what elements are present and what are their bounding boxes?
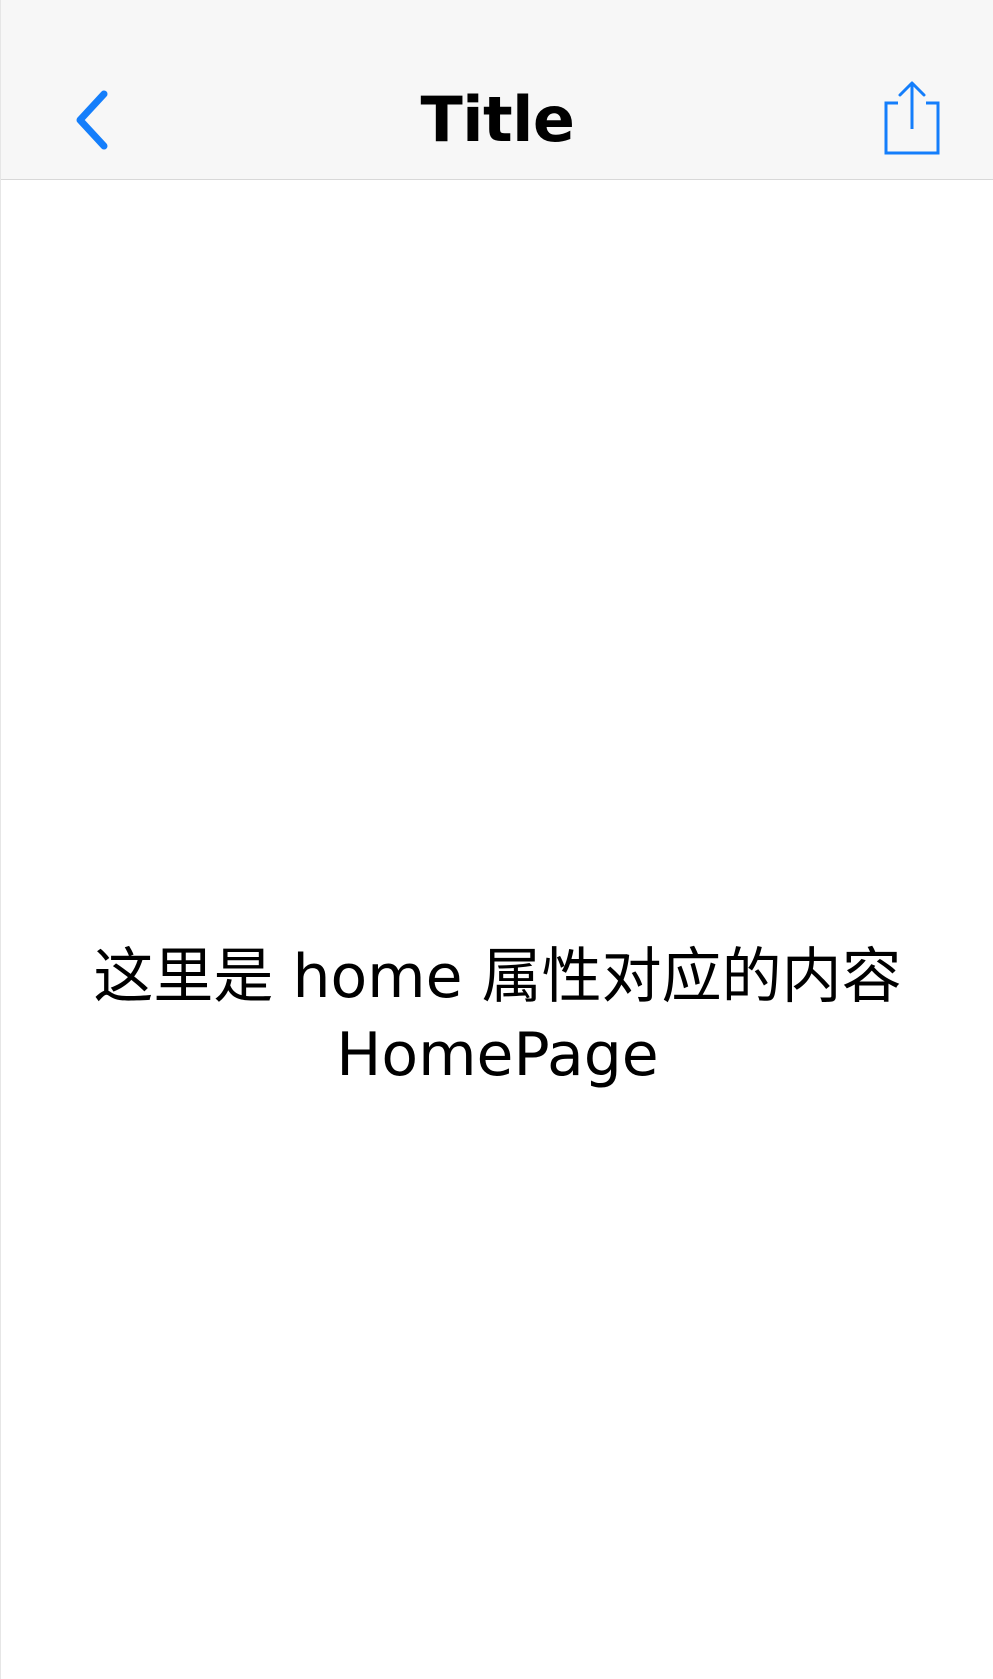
home-page-label: HomePage bbox=[336, 1020, 659, 1090]
home-description-text: 这里是 home 属性对应的内容 bbox=[93, 942, 902, 1012]
share-button[interactable] bbox=[867, 76, 957, 160]
share-icon bbox=[884, 81, 940, 155]
home-page-content: 这里是 home 属性对应的内容 HomePage bbox=[1, 180, 993, 1679]
home-content-text: 这里是 home 属性对应的内容 HomePage bbox=[1, 938, 993, 1094]
navigation-bar: Title bbox=[1, 0, 993, 180]
page-title: Title bbox=[420, 83, 575, 156]
app-screen: Title 这里是 home 属性对应的内容 HomePage bbox=[0, 0, 993, 1679]
